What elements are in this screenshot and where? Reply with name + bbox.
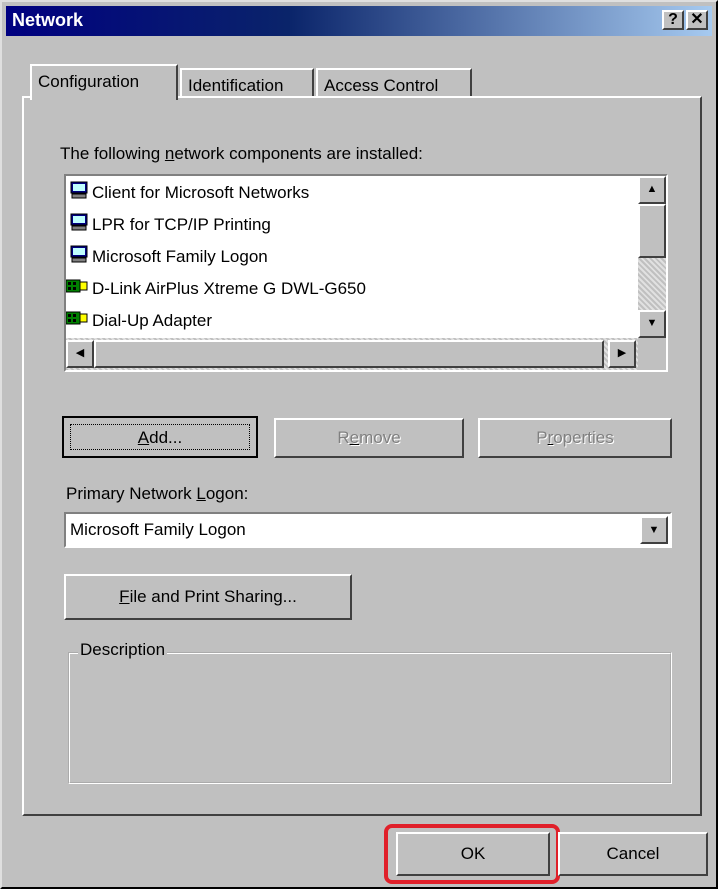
description-label: Description — [78, 640, 168, 660]
help-button[interactable]: ? — [662, 10, 684, 30]
configuration-panel: The following network components are ins… — [22, 96, 702, 816]
remove-button[interactable]: Remove — [274, 418, 464, 458]
scroll-right-button[interactable]: ▶ — [608, 340, 636, 368]
computer-icon — [70, 211, 88, 241]
help-icon: ? — [668, 11, 678, 28]
tab-label: Identification — [188, 76, 284, 95]
list-item[interactable]: D-Link AirPlus Xtreme G DWL-G650 — [65, 274, 366, 305]
scroll-up-button[interactable]: ▲ — [638, 176, 666, 204]
arrow-down-icon: ▼ — [646, 317, 658, 329]
window-title: Network — [12, 10, 84, 30]
components-list[interactable]: Client for Microsoft Networks LPR for TC… — [64, 174, 668, 372]
properties-button[interactable]: Properties — [478, 418, 672, 458]
list-item[interactable]: Dial-Up Adapter — [65, 306, 212, 337]
list-item[interactable]: LPR for TCP/IP Printing — [70, 210, 271, 240]
arrow-right-icon: ▶ — [617, 347, 627, 359]
vertical-scrollbar[interactable]: ▲ ▼ — [638, 176, 666, 338]
arrow-up-icon: ▲ — [646, 183, 658, 195]
arrow-left-icon: ◀ — [75, 347, 85, 359]
description-group — [68, 652, 672, 784]
components-label: The following network components are ins… — [60, 144, 423, 163]
network-adapter-icon — [65, 275, 88, 305]
tab-configuration[interactable]: Configuration — [30, 64, 178, 100]
close-icon: ✕ — [690, 11, 704, 28]
scroll-down-button[interactable]: ▼ — [638, 310, 666, 338]
primary-logon-value: Microsoft Family Logon — [70, 520, 246, 539]
close-button[interactable]: ✕ — [686, 10, 708, 30]
primary-logon-label: Primary Network Logon: — [66, 484, 249, 503]
horizontal-scrollbar[interactable]: ◀ ▶ — [66, 338, 638, 370]
chevron-down-icon: ▼ — [648, 524, 660, 536]
network-adapter-icon — [65, 307, 88, 337]
scroll-thumb-horizontal[interactable] — [94, 340, 604, 368]
list-item[interactable]: Client for Microsoft Networks — [70, 178, 309, 208]
dropdown-button[interactable]: ▼ — [640, 516, 668, 544]
scroll-thumb[interactable] — [638, 204, 666, 258]
scroll-left-button[interactable]: ◀ — [66, 340, 94, 368]
scroll-corner — [638, 338, 666, 370]
computer-icon — [70, 179, 88, 209]
computer-icon — [70, 243, 88, 273]
list-item[interactable]: Microsoft Family Logon — [70, 242, 268, 272]
network-dialog: Network ? ✕ Configuration Identification… — [0, 0, 718, 889]
primary-logon-select[interactable]: Microsoft Family Logon ▼ — [64, 512, 672, 548]
title-bar[interactable]: Network ? ✕ — [6, 6, 712, 36]
highlight-outline — [384, 824, 560, 884]
cancel-button[interactable]: Cancel — [558, 832, 708, 876]
add-button[interactable]: Add... — [62, 416, 258, 458]
file-print-sharing-button[interactable]: File and Print Sharing... — [64, 574, 352, 620]
tab-label: Access Control — [324, 76, 439, 95]
tab-label: Configuration — [38, 72, 140, 91]
